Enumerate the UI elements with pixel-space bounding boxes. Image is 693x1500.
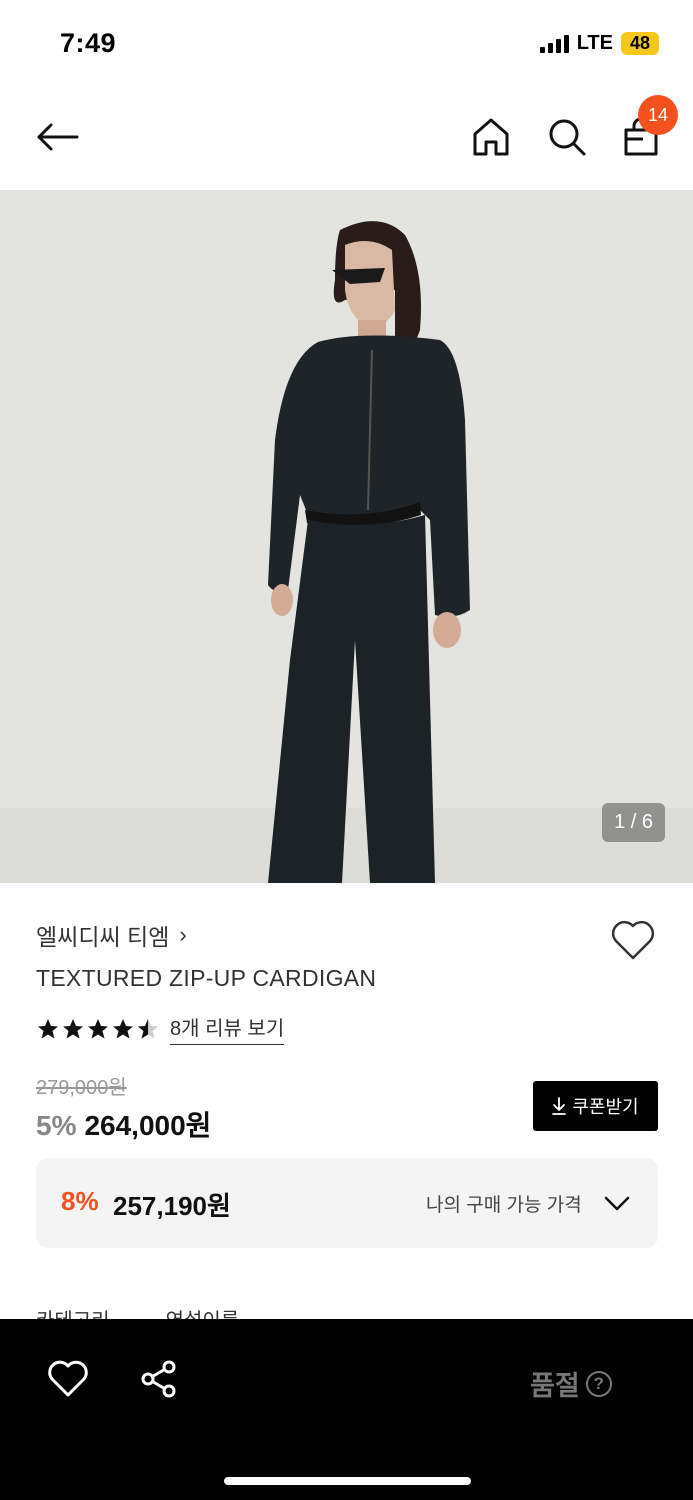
back-button[interactable] <box>33 113 81 161</box>
coupon-button[interactable]: 쿠폰받기 <box>533 1081 658 1131</box>
star-icon <box>63 1018 83 1038</box>
discount-rate: 5% <box>36 1110 77 1141</box>
detail-tabs: 카테고리 연설이름 <box>36 1304 239 1320</box>
home-button[interactable] <box>467 113 515 161</box>
star-icon <box>113 1018 133 1038</box>
bottom-action-bar: 품절 ? <box>0 1319 693 1500</box>
network-label: LTE <box>576 32 613 54</box>
status-bar: 7:49 LTE 48 <box>0 0 693 90</box>
search-button[interactable] <box>543 113 591 161</box>
my-price-dropdown[interactable]: 8% 257,190원 나의 구매 가능 가격 <box>36 1158 658 1248</box>
wishlist-button[interactable] <box>610 918 656 962</box>
status-time: 7:49 <box>60 28 117 58</box>
product-title: TEXTURED ZIP-UP CARDIGAN <box>36 965 377 991</box>
download-icon <box>552 1097 567 1115</box>
status-indicators: LTE 48 <box>539 32 659 55</box>
tab-category[interactable]: 카테고리 <box>36 1304 110 1320</box>
product-image[interactable]: 1 / 6 <box>0 190 693 883</box>
signal-icon <box>539 34 569 53</box>
my-price-label: 나의 구매 가능 가격 <box>426 1195 582 1216</box>
review-link[interactable]: 8개 리뷰 보기 <box>170 1012 285 1045</box>
help-icon[interactable]: ? <box>585 1370 612 1397</box>
home-indicator <box>224 1477 471 1485</box>
star-icon <box>38 1018 58 1038</box>
heart-icon <box>611 920 655 960</box>
coupon-button-label: 쿠폰받기 <box>572 1097 639 1117</box>
cart-count-badge: 14 <box>638 95 678 135</box>
sale-price: 264,000원 <box>84 1110 212 1141</box>
bottom-wishlist-button[interactable] <box>47 1359 89 1399</box>
share-button[interactable] <box>139 1359 179 1399</box>
heart-icon <box>48 1360 88 1397</box>
my-discount-rate: 8% <box>61 1186 99 1216</box>
home-icon <box>473 118 509 156</box>
arrow-left-icon <box>37 123 79 151</box>
rating-row: 8개 리뷰 보기 <box>36 1012 285 1045</box>
star-icon <box>88 1018 108 1038</box>
price-row: 5% 264,000원 <box>36 1104 211 1144</box>
brand-link[interactable]: 엘씨디씨 티엠 › <box>36 918 187 952</box>
half-star-icon <box>138 1018 158 1038</box>
tab-second[interactable]: 연설이름 <box>166 1304 240 1320</box>
image-counter: 1 / 6 <box>602 803 665 842</box>
chevron-down-icon <box>604 1196 630 1211</box>
star-rating <box>36 1017 160 1041</box>
search-icon <box>549 119 586 156</box>
my-price: 257,190원 <box>113 1191 231 1221</box>
top-nav: 14 <box>0 90 693 190</box>
soldout-status: 품절 ? <box>530 1364 612 1403</box>
model-figure <box>268 221 470 883</box>
share-icon <box>141 1360 176 1398</box>
chevron-right-icon: › <box>179 922 187 947</box>
battery-icon: 48 <box>621 32 659 55</box>
original-price: 279,000원 <box>36 1077 127 1099</box>
brand-name: 엘씨디씨 티엠 <box>36 924 170 950</box>
soldout-label: 품절 <box>530 1371 580 1401</box>
